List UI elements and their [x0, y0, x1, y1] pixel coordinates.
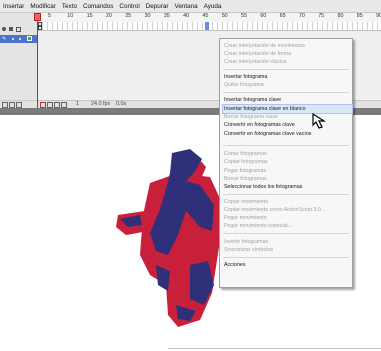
- menu-item[interactable]: Acciones: [223, 261, 352, 269]
- ruler-tick: 5: [48, 13, 51, 19]
- ruler-tick: 65: [279, 13, 286, 19]
- menu-item[interactable]: Seleccionar todos los fotogramas: [223, 183, 352, 191]
- menu-texto[interactable]: Texto: [59, 3, 80, 10]
- menu-control[interactable]: Control: [116, 3, 142, 10]
- ruler-tick: 30: [144, 13, 151, 19]
- menu-separator: [223, 233, 349, 234]
- ruler-tick: 10: [67, 13, 74, 19]
- menu-ventana[interactable]: Ventana: [171, 3, 200, 10]
- menu-item: Crear interpolación de movimiento: [224, 43, 305, 49]
- menu-item[interactable]: Convertir en fotogramas clave: [223, 121, 352, 129]
- current-frame: 1: [76, 101, 79, 107]
- ruler-tick: 20: [105, 13, 112, 19]
- ruler-tick: 60: [260, 13, 267, 19]
- ruler-tick: 90: [376, 13, 381, 19]
- stage-bottom-border: [168, 348, 381, 349]
- menu-insertar[interactable]: Insertar: [0, 3, 27, 10]
- menu-item: Invertir fotogramas: [224, 239, 269, 245]
- ruler-tick: 70: [298, 13, 305, 19]
- menu-bar: Insertar Modificar Texto Comandos Contro…: [0, 0, 381, 13]
- menu-separator: [223, 257, 349, 258]
- menu-item: Crear interpolación de forma: [224, 51, 292, 57]
- ruler-tick: 75: [318, 13, 325, 19]
- ruler-tick: 40: [183, 13, 190, 19]
- playhead-handle[interactable]: [34, 13, 41, 21]
- keyframe[interactable]: [38, 22, 42, 30]
- frame-cells[interactable]: [38, 22, 381, 31]
- ruler-tick: 85: [356, 13, 363, 19]
- ruler-tick: 55: [241, 13, 247, 19]
- menu-item[interactable]: Insertar fotograma: [223, 73, 352, 81]
- dot-icon: [12, 38, 14, 40]
- ruler-tick: 35: [163, 13, 170, 19]
- elapsed-time: 0,0s: [116, 101, 127, 107]
- eye-icon[interactable]: [2, 27, 6, 31]
- menu-separator: [223, 194, 349, 195]
- menu-separator: [223, 69, 349, 70]
- dot-icon: [19, 38, 21, 40]
- menu-item: Crear interpolación clásica: [224, 59, 287, 65]
- menu-depurar[interactable]: Depurar: [143, 3, 172, 10]
- outline-color-icon: [27, 36, 32, 41]
- ruler-tick: 45: [202, 13, 209, 19]
- menu-separator: [223, 92, 349, 93]
- menu-item[interactable]: Insertar fotograma clave en blanco: [222, 104, 353, 114]
- selected-frame[interactable]: [205, 22, 209, 30]
- outline-icon[interactable]: [16, 27, 21, 32]
- menu-item: Borrar fotogramas: [224, 176, 267, 182]
- pencil-icon: ✎: [2, 36, 7, 42]
- layers-panel: [0, 13, 38, 108]
- mouse-pointer-icon: [312, 113, 327, 129]
- lock-icon[interactable]: [9, 27, 13, 31]
- ruler-tick: 50: [221, 13, 228, 19]
- menu-modificar[interactable]: Modificar: [27, 3, 59, 10]
- layer-header-icons: [2, 27, 21, 32]
- menu-comandos[interactable]: Comandos: [80, 3, 116, 10]
- context-menu: Crear interpolación de movimiento Crear i…: [219, 38, 353, 288]
- menu-separator: [223, 145, 349, 146]
- menu-item: Copiar movimiento como ActionScript 3.0.…: [224, 207, 326, 213]
- menu-item: Quitar fotograma: [224, 82, 264, 88]
- menu-item[interactable]: Convertir en fotogramas clave vacíos: [223, 130, 352, 138]
- menu-item: Borrar fotograma clave: [224, 114, 278, 120]
- menu-item: Pegar movimiento especial...: [224, 223, 293, 229]
- menu-ayuda[interactable]: Ayuda: [201, 3, 225, 10]
- menu-item: Sincronizar símbolos: [224, 247, 274, 253]
- ruler-tick: 25: [125, 13, 132, 19]
- menu-item: Pegar movimiento: [224, 215, 267, 221]
- menu-item[interactable]: Insertar fotograma clave: [223, 96, 352, 104]
- menu-item: Copiar fotogramas: [224, 159, 268, 165]
- frame-rate[interactable]: 24.0 fps: [91, 101, 110, 107]
- layer-row-selected[interactable]: ✎: [0, 35, 37, 43]
- menu-item: Pegar fotogramas: [224, 168, 267, 174]
- playhead-line: [37, 13, 38, 108]
- menu-item: Cortar fotogramas: [224, 151, 267, 157]
- ruler-tick: 15: [86, 13, 93, 19]
- ruler-tick: 80: [337, 13, 344, 19]
- menu-item: Copiar movimiento: [224, 199, 269, 205]
